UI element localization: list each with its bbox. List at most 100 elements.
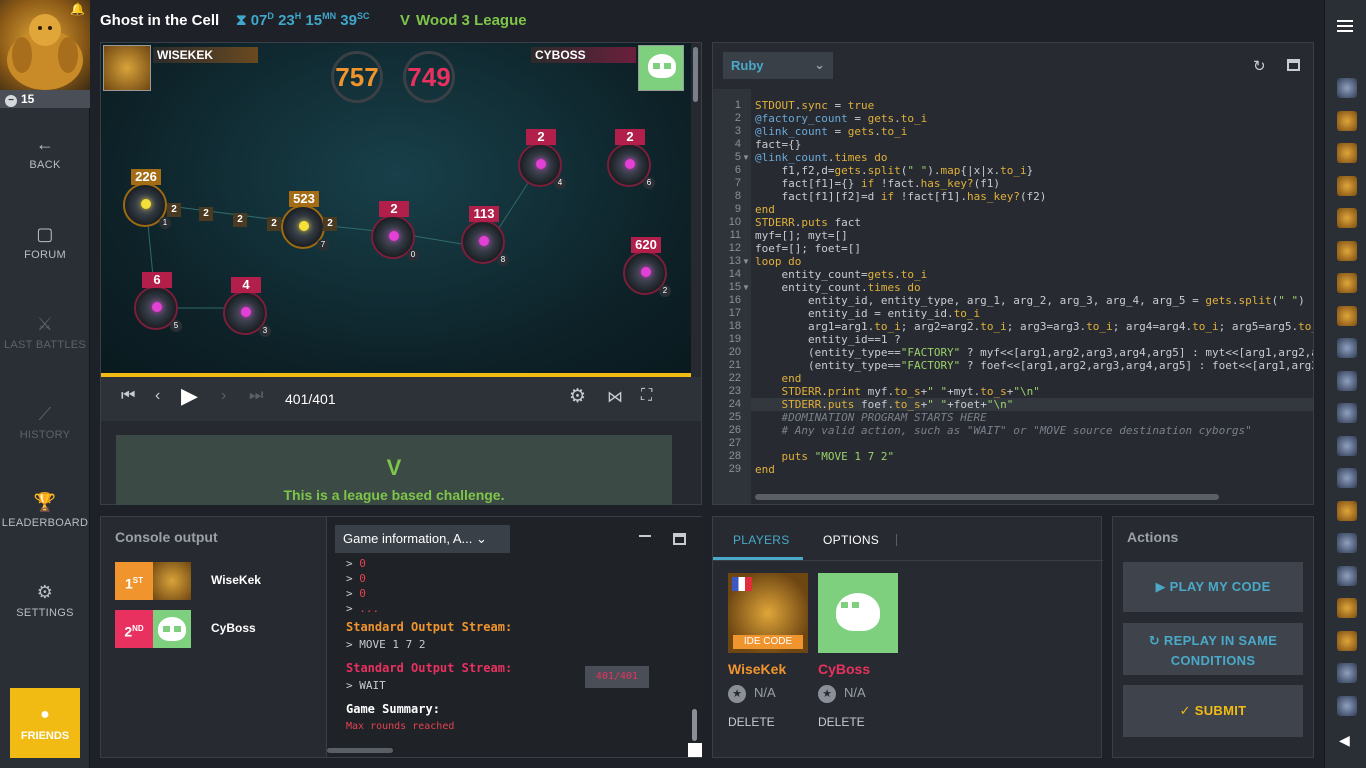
player-rank-value: N/A bbox=[754, 685, 776, 700]
stdout-label: Standard Output Stream: bbox=[346, 620, 513, 634]
factory[interactable]: 523 7 bbox=[281, 191, 329, 251]
step-back-icon[interactable]: ‹ bbox=[155, 387, 160, 405]
maximize-icon[interactable] bbox=[673, 533, 686, 545]
output-line: > ... bbox=[346, 602, 379, 615]
fold-arrow-icon[interactable]: ▼ bbox=[742, 257, 750, 266]
chat-user-avatar[interactable] bbox=[1337, 338, 1357, 358]
avatar[interactable]: IDE CODE bbox=[728, 573, 808, 653]
info-select[interactable]: Game information, A... ⌄ bbox=[335, 525, 510, 553]
user-avatar[interactable]: 🔔 bbox=[0, 0, 90, 90]
delete-button[interactable]: DELETE bbox=[728, 715, 808, 729]
factory[interactable]: 43 bbox=[223, 277, 271, 337]
chat-user-avatar[interactable] bbox=[1337, 240, 1357, 261]
factory[interactable]: 65 bbox=[134, 272, 182, 332]
rank-position: 1ST bbox=[115, 562, 153, 600]
league-label[interactable]: V Wood 3 League bbox=[400, 12, 527, 29]
submit-button[interactable]: ✓ SUBMIT bbox=[1123, 685, 1303, 737]
code-line: STDERR.puts fact bbox=[755, 216, 861, 229]
factory[interactable]: 24 bbox=[518, 129, 566, 189]
code-line: fact={} bbox=[755, 138, 802, 151]
factory[interactable]: 26 bbox=[607, 129, 655, 189]
chat-user-avatar[interactable] bbox=[1337, 143, 1357, 163]
chat-user-avatar[interactable] bbox=[1337, 468, 1357, 488]
history-icon: ⟋ bbox=[38, 404, 52, 424]
chat-user-avatar[interactable] bbox=[1337, 110, 1357, 131]
factory[interactable]: 226 1 bbox=[123, 169, 171, 229]
maximize-icon[interactable] bbox=[1287, 59, 1300, 71]
collapse-left-icon[interactable]: ◀ bbox=[1339, 732, 1350, 749]
line-number: 13 bbox=[728, 255, 741, 267]
line-number: 22 bbox=[728, 372, 741, 384]
line-number: 6 bbox=[734, 164, 741, 176]
chat-user-avatar[interactable] bbox=[1337, 663, 1357, 683]
step-forward-icon[interactable]: › bbox=[221, 387, 226, 405]
info-select-value: Game information, A... bbox=[343, 531, 473, 546]
avatar[interactable] bbox=[818, 573, 898, 653]
level-value: 15 bbox=[21, 92, 35, 106]
chat-user-avatar[interactable] bbox=[1337, 565, 1357, 586]
nav-back[interactable]: ← BACK bbox=[0, 134, 90, 171]
play-my-code-button[interactable]: ▶ PLAY MY CODE bbox=[1123, 562, 1303, 612]
minimize-icon[interactable] bbox=[639, 535, 651, 537]
chat-user-avatar[interactable] bbox=[1337, 208, 1357, 228]
nav-forum[interactable]: ▢ FORUM bbox=[0, 224, 90, 261]
line-number: 24 bbox=[728, 398, 741, 410]
output-value: ... bbox=[359, 602, 380, 615]
menu-icon[interactable] bbox=[1337, 20, 1353, 32]
chat-user-avatar[interactable] bbox=[1337, 370, 1357, 391]
player2-name: CYBOSS bbox=[531, 47, 636, 63]
editor-hscrollbar[interactable] bbox=[755, 494, 1219, 500]
factory[interactable]: 113 8 bbox=[461, 206, 509, 266]
chat-user-avatar[interactable] bbox=[1337, 78, 1357, 98]
code-editor: Ruby ⌄ ↻ 1 2 3 4 5 ▼ 6 7 8 9 10 11 12 13 ▼ 14 15 ▼ 16 17 18 19… bbox=[712, 42, 1314, 505]
chat-user-avatar[interactable] bbox=[1337, 175, 1357, 196]
friends-label: FRIENDS bbox=[20, 730, 70, 742]
avatar bbox=[153, 610, 191, 648]
delete-button[interactable]: DELETE bbox=[818, 715, 898, 729]
frame-badge: 401/401 bbox=[585, 666, 649, 688]
chat-user-avatar[interactable] bbox=[1337, 630, 1357, 651]
league-info-box: V This is a league based challenge. bbox=[116, 435, 672, 505]
bell-icon[interactable]: 🔔 bbox=[70, 2, 85, 16]
skull-icon bbox=[648, 54, 676, 78]
game-canvas[interactable]: WISEKEK 757 749 CYBOSS 226 1 523 7 2 0 113 8 2 4 2… bbox=[101, 43, 691, 373]
nav-history[interactable]: ⟋ HISTORY bbox=[0, 404, 90, 441]
code-area[interactable]: STDOUT.sync = true @factory_count = gets.… bbox=[751, 89, 1313, 494]
code-line: entity_count.times do bbox=[755, 281, 921, 294]
chat-user-avatar[interactable] bbox=[1337, 500, 1357, 521]
tab-players[interactable]: PLAYERS bbox=[733, 533, 790, 547]
line-number: 12 bbox=[728, 242, 741, 254]
viewer-scrollbar[interactable] bbox=[693, 47, 698, 102]
fullscreen-icon[interactable]: ⛶ bbox=[641, 387, 652, 405]
console-scrollbar[interactable] bbox=[692, 709, 697, 741]
gear-icon[interactable]: ⚙ bbox=[569, 385, 586, 408]
friends-button[interactable]: ● FRIENDS bbox=[10, 688, 80, 758]
share-icon[interactable]: ⋈ bbox=[607, 387, 623, 407]
tab-options[interactable]: OPTIONS bbox=[823, 533, 879, 547]
resize-handle[interactable] bbox=[688, 743, 702, 757]
factory[interactable]: 20 bbox=[371, 201, 419, 261]
language-select[interactable]: Ruby ⌄ bbox=[723, 52, 833, 79]
skip-forward-icon[interactable]: ⏭ bbox=[249, 387, 263, 405]
line-number: 27 bbox=[728, 437, 741, 449]
player-card: IDE CODE WiseKek ★ N/A DELETE bbox=[728, 573, 808, 729]
refresh-icon[interactable]: ↻ bbox=[1253, 57, 1266, 75]
factory[interactable]: 620 2 bbox=[623, 237, 671, 297]
chat-user-avatar[interactable] bbox=[1337, 695, 1357, 716]
replay-button[interactable]: ↻ REPLAY IN SAME CONDITIONS bbox=[1123, 623, 1303, 675]
chat-user-avatar[interactable] bbox=[1337, 435, 1357, 456]
console-hscrollbar[interactable] bbox=[327, 748, 393, 753]
chat-user-avatar[interactable] bbox=[1337, 403, 1357, 423]
play-icon[interactable]: ▶ bbox=[181, 383, 198, 409]
chat-user-avatar[interactable] bbox=[1337, 533, 1357, 553]
chat-user-avatar[interactable] bbox=[1337, 273, 1357, 293]
nav-last-battles[interactable]: ⚔ LAST BATTLES bbox=[0, 314, 90, 351]
nav-leaderboard[interactable]: 🏆 LEADERBOARD bbox=[0, 492, 90, 529]
chat-user-avatar[interactable] bbox=[1337, 598, 1357, 618]
nav-settings[interactable]: ⚙ SETTINGS bbox=[0, 582, 90, 619]
skip-back-icon[interactable]: ⏮ bbox=[121, 387, 135, 405]
players-panel: PLAYERS OPTIONS IDE CODE WiseKek ★ N/A DE… bbox=[712, 516, 1103, 758]
fold-arrow-icon[interactable]: ▼ bbox=[742, 283, 750, 292]
chat-user-avatar[interactable] bbox=[1337, 305, 1357, 326]
fold-arrow-icon[interactable]: ▼ bbox=[742, 153, 750, 162]
